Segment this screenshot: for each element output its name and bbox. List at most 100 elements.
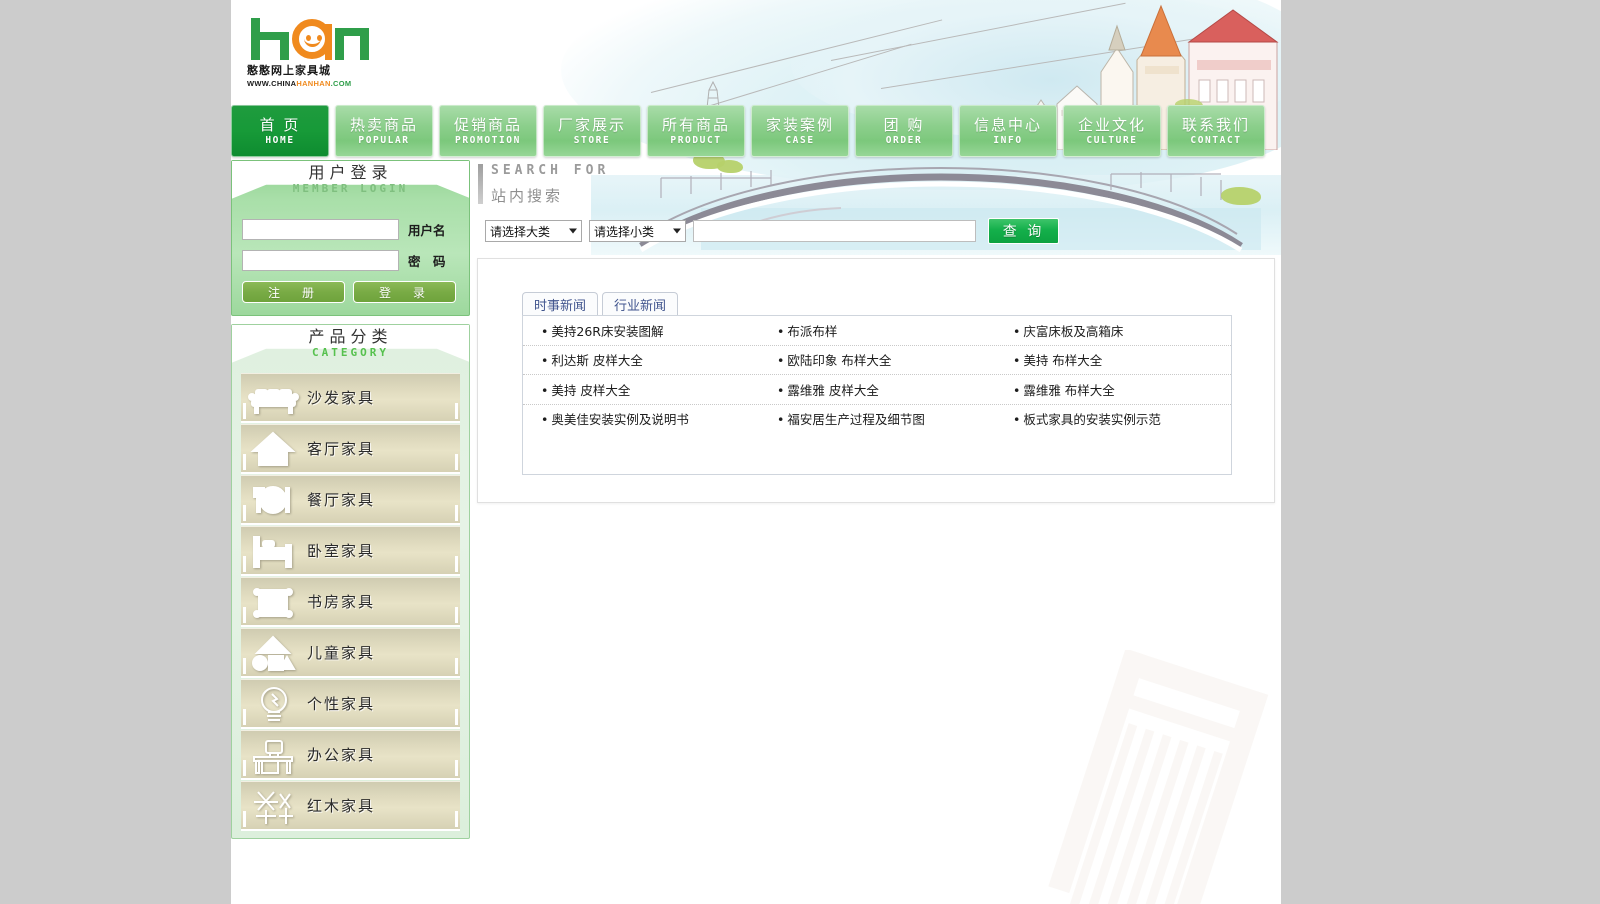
search-submit-button[interactable]: 查 询 (988, 218, 1059, 244)
nav-label-cn: 热卖商品 (349, 115, 418, 134)
logo-chinese-name: 憨憨网上家具城 (247, 64, 331, 77)
bullet-icon: • (776, 382, 785, 398)
nav-culture[interactable]: 企业文化 CULTURE (1063, 105, 1161, 157)
nav-order[interactable]: 团 购 ORDER (855, 105, 953, 157)
news-link[interactable]: • 奥美佳安装实例及说明书 (523, 409, 759, 428)
category-item-label: 沙发家具 (307, 389, 376, 407)
nav-label-cn: 团 购 (883, 115, 925, 134)
nav-product[interactable]: 所有商品 PRODUCT (647, 105, 745, 157)
news-link[interactable]: • 露维雅 布样大全 (995, 380, 1231, 399)
nav-label-cn: 联系我们 (1181, 115, 1250, 134)
category-item-label: 红木家具 (307, 797, 376, 815)
member-login-title-en: MEMBER LOGIN (292, 182, 409, 195)
nav-label-cn: 家装案例 (765, 115, 834, 134)
category-item-label: 书房家具 (307, 593, 376, 611)
news-link[interactable]: • 美持26R床安装图解 (523, 321, 759, 340)
nav-label-en: CULTURE (1086, 134, 1138, 146)
news-tab-2[interactable]: 行业新闻 (602, 292, 679, 316)
nav-label-en: CONTACT (1190, 134, 1242, 146)
sub-category-value: 请选择小类 (594, 224, 655, 239)
username-input[interactable] (242, 219, 399, 240)
password-row: 密 码 (242, 250, 459, 271)
chevron-down-icon (569, 228, 577, 234)
nav-promotion[interactable]: 促销商品 PROMOTION (439, 105, 537, 157)
nav-popular[interactable]: 热卖商品 POPULAR (335, 105, 433, 157)
password-input[interactable] (242, 250, 399, 271)
category-item-8[interactable]: 办公家具 (241, 730, 460, 780)
sub-category-select[interactable]: 请选择小类 (589, 220, 686, 242)
category-list: 沙发家具客厅家具餐厅家具卧室家具书房家具儿童家具个性家具办公家具红木家具 (232, 369, 469, 831)
site-page: 憨憨网上家具城 WWW.CHINAHANHAN.COM 首 页 HOME 热卖商品 P… (231, 0, 1281, 904)
site-logo[interactable]: 憨憨网上家具城 WWW.CHINAHANHAN.COM (247, 14, 387, 94)
category-item-7[interactable]: 个性家具 (241, 679, 460, 729)
username-row: 用户名 (242, 219, 459, 240)
category-item-6[interactable]: 儿童家具 (241, 628, 460, 678)
nav-label-cn: 信息中心 (973, 115, 1042, 134)
search-title-cn: 站内搜索 (491, 187, 564, 205)
news-tab-1[interactable]: 时事新闻 (522, 292, 599, 316)
search-accent-bar (478, 164, 483, 204)
news-link[interactable]: • 板式家具的安装实例示范 (995, 409, 1231, 428)
news-row: • 美持26R床安装图解 • 布派布样 • 庆富床板及高箱床 (523, 316, 1231, 346)
nav-label-en: CASE (785, 134, 815, 146)
search-input[interactable] (693, 220, 976, 242)
category-item-label: 儿童家具 (307, 644, 376, 662)
blocks-icon (241, 631, 307, 675)
nav-label-cn: 所有商品 (661, 115, 730, 134)
category-item-label: 客厅家具 (307, 440, 376, 458)
nav-label-cn: 首 页 (259, 115, 301, 134)
category-item-2[interactable]: 客厅家具 (241, 424, 460, 474)
logo-mark-icon (247, 14, 379, 60)
main-category-value: 请选择大类 (490, 224, 551, 239)
bullet-icon: • (1012, 353, 1021, 369)
bed-icon (241, 529, 307, 573)
house-icon (241, 427, 307, 471)
news-link[interactable]: • 布派布样 (759, 321, 995, 340)
category-item-4[interactable]: 卧室家具 (241, 526, 460, 576)
news-link[interactable]: • 美持 布样大全 (995, 350, 1231, 369)
main-navigation: 首 页 HOME 热卖商品 POPULAR 促销商品 PROMOTION 厂家展示 STORE… (231, 105, 1281, 157)
news-link[interactable]: • 庆富床板及高箱床 (995, 321, 1231, 340)
news-row: • 奥美佳安装实例及说明书 • 福安居生产过程及细节图 • 板式家具的安装实例示范 (523, 405, 1231, 434)
category-item-label: 个性家具 (307, 695, 376, 713)
category-header: 产品分类 CATEGORY (232, 325, 469, 369)
category-item-5[interactable]: 书房家具 (241, 577, 460, 627)
bullet-icon: • (1012, 323, 1021, 339)
password-label: 密 码 (408, 254, 446, 269)
product-category-panel: 产品分类 CATEGORY 沙发家具客厅家具餐厅家具卧室家具书房家具儿童家具个性… (231, 324, 470, 839)
news-link[interactable]: • 欧陆印象 布样大全 (759, 350, 995, 369)
register-button[interactable]: 注 册 (242, 281, 345, 303)
member-login-title-cn: 用户登录 (308, 163, 393, 182)
member-login-header: 用户登录 MEMBER LOGIN (232, 161, 469, 205)
news-card: 时事新闻 行业新闻 • 美持26R床安装图解 • 布派布样 • 庆富床板及高箱床 • 利达斯 皮… (477, 258, 1275, 503)
member-login-panel: 用户登录 MEMBER LOGIN 用户名 密 码 注 册 登 录 (231, 160, 470, 316)
category-title-en: CATEGORY (312, 346, 389, 359)
news-link[interactable]: • 露维雅 皮样大全 (759, 380, 995, 399)
bullet-icon: • (541, 353, 549, 369)
wood-icon (241, 784, 307, 828)
main-category-select[interactable]: 请选择大类 (485, 220, 582, 242)
nav-label-en: ORDER (885, 134, 923, 146)
bulb-icon (241, 682, 307, 726)
nav-label-en: PROMOTION (455, 134, 521, 146)
category-item-1[interactable]: 沙发家具 (241, 373, 460, 423)
desk-icon (241, 733, 307, 777)
nav-info[interactable]: 信息中心 INFO (959, 105, 1057, 157)
news-row: • 美持 皮样大全 • 露维雅 皮样大全 • 露维雅 布样大全 (523, 375, 1231, 405)
search-title-en: SEARCH FOR (491, 163, 610, 178)
category-item-3[interactable]: 餐厅家具 (241, 475, 460, 525)
nav-label-en: POPULAR (358, 134, 410, 146)
nav-label-en: PRODUCT (670, 134, 722, 146)
login-button[interactable]: 登 录 (353, 281, 456, 303)
nav-home[interactable]: 首 页 HOME (231, 105, 329, 157)
news-link[interactable]: • 美持 皮样大全 (523, 380, 759, 399)
news-link[interactable]: • 利达斯 皮样大全 (523, 350, 759, 369)
nav-contact[interactable]: 联系我们 CONTACT (1167, 105, 1265, 157)
news-link[interactable]: • 福安居生产过程及细节图 (759, 409, 995, 428)
nav-label-en: HOME (265, 134, 295, 146)
category-item-label: 卧室家具 (307, 542, 376, 560)
nav-store[interactable]: 厂家展示 STORE (543, 105, 641, 157)
nav-case[interactable]: 家装案例 CASE (751, 105, 849, 157)
category-item-9[interactable]: 红木家具 (241, 781, 460, 831)
bullet-icon: • (1012, 412, 1021, 428)
